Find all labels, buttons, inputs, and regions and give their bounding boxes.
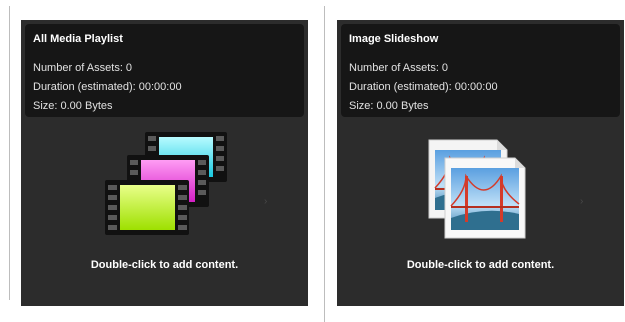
image-slideshow-icon bbox=[428, 139, 526, 239]
duration-estimate: Duration (estimated): 00:00:00 bbox=[349, 81, 498, 93]
left-divider bbox=[9, 6, 10, 300]
size-info: Size: 0.00 Bytes bbox=[349, 100, 429, 112]
media-playlist-icon bbox=[105, 132, 227, 235]
photo-page-front bbox=[444, 157, 526, 239]
add-content-hint: Double-click to add content. bbox=[406, 259, 555, 271]
next-arrow-icon[interactable]: › bbox=[264, 196, 267, 207]
size-info: Size: 0.00 Bytes bbox=[33, 100, 113, 112]
slideshow-title: Image Slideshow bbox=[349, 33, 439, 45]
playlist-info-panel: All Media Playlist Number of Assets: 0 D… bbox=[25, 24, 304, 117]
assets-count: Number of Assets: 0 bbox=[349, 62, 449, 74]
film-clip-green bbox=[105, 180, 189, 235]
add-content-hint: Double-click to add content. bbox=[90, 259, 239, 271]
slideshow-info-panel: Image Slideshow Number of Assets: 0 Dura… bbox=[341, 24, 620, 117]
all-media-playlist-card[interactable]: All Media Playlist Number of Assets: 0 D… bbox=[21, 20, 308, 306]
image-slideshow-card[interactable]: Image Slideshow Number of Assets: 0 Dura… bbox=[337, 20, 624, 306]
assets-count: Number of Assets: 0 bbox=[33, 62, 133, 74]
playlist-title: All Media Playlist bbox=[33, 33, 123, 45]
duration-estimate: Duration (estimated): 00:00:00 bbox=[33, 81, 182, 93]
next-arrow-icon[interactable]: › bbox=[580, 196, 583, 207]
center-divider bbox=[324, 6, 325, 322]
